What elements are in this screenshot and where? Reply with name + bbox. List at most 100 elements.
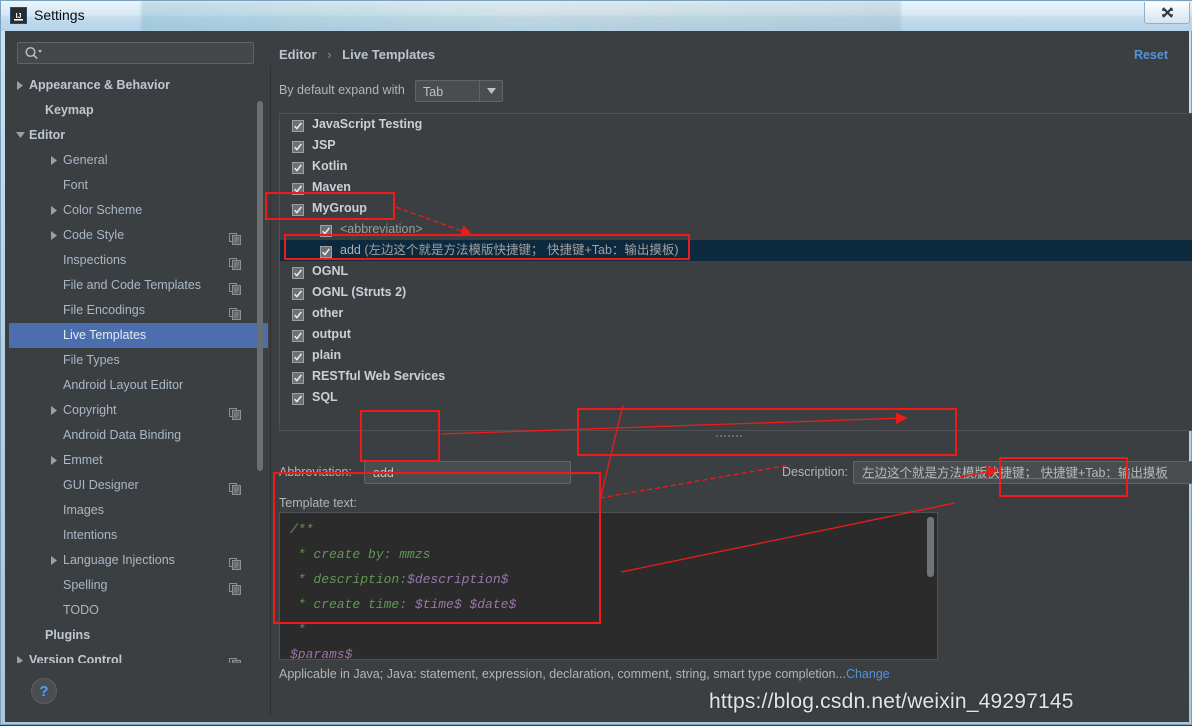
chevron-right-icon[interactable] bbox=[13, 648, 27, 663]
template-checkbox[interactable] bbox=[292, 118, 304, 132]
template-checkbox[interactable] bbox=[292, 160, 304, 174]
template-checkbox[interactable] bbox=[320, 223, 332, 237]
template-checkbox[interactable] bbox=[292, 181, 304, 195]
sidebar-item-intentions[interactable]: Intentions bbox=[9, 523, 268, 548]
chevron-right-icon[interactable] bbox=[13, 73, 27, 98]
help-button[interactable]: ? bbox=[31, 678, 57, 704]
sidebar-item-label: Copyright bbox=[63, 403, 117, 417]
template-row[interactable]: other bbox=[280, 303, 1192, 324]
copy-settings-icon[interactable] bbox=[229, 654, 241, 663]
breadcrumb: Editor › Live Templates bbox=[279, 47, 435, 62]
template-row[interactable]: plain bbox=[280, 345, 1192, 366]
sidebar-item-label: Android Layout Editor bbox=[63, 378, 184, 392]
chevron-down-icon[interactable] bbox=[13, 123, 27, 148]
abbreviation-label-text: Abbreviation: bbox=[279, 465, 352, 479]
sidebar-item-code-style[interactable]: Code Style bbox=[9, 223, 268, 248]
chevron-down-icon[interactable] bbox=[479, 81, 502, 101]
reset-link[interactable]: Reset bbox=[1134, 48, 1168, 62]
breadcrumb-leaf: Live Templates bbox=[342, 47, 436, 62]
template-row-label: JSP bbox=[312, 138, 336, 152]
window-frame: IJ Settings Appearance & Behavior Keymap… bbox=[0, 0, 1192, 725]
sidebar-item-general[interactable]: General bbox=[9, 148, 268, 173]
template-checkbox[interactable] bbox=[320, 244, 332, 258]
editor-scrollbar[interactable] bbox=[927, 517, 934, 577]
template-rows-container[interactable]: JavaScript Testing JSP Kotlin Maven MyGroup <… bbox=[280, 114, 1192, 430]
sidebar-item-editor[interactable]: Editor bbox=[9, 123, 268, 148]
template-row[interactable]: Maven bbox=[280, 177, 1192, 198]
splitter-handle[interactable] bbox=[715, 434, 743, 439]
watermark: https://blog.csdn.net/weixin_49297145 bbox=[709, 690, 1074, 713]
breadcrumb-root[interactable]: Editor bbox=[279, 47, 317, 62]
sidebar-item-file-encodings[interactable]: File Encodings bbox=[9, 298, 268, 323]
template-row[interactable]: OGNL bbox=[280, 261, 1192, 282]
sidebar-item-gui-designer[interactable]: GUI Designer bbox=[9, 473, 268, 498]
chevron-right-icon[interactable] bbox=[47, 398, 61, 423]
sidebar-item-label: Android Data Binding bbox=[63, 428, 182, 442]
sidebar-item-images[interactable]: Images bbox=[9, 498, 268, 523]
template-row-label: output bbox=[312, 327, 351, 341]
default-expand-with-dropdown[interactable]: Tab bbox=[415, 80, 503, 102]
sidebar-item-version-control[interactable]: Version Control bbox=[9, 648, 268, 663]
sidebar-item-font[interactable]: Font bbox=[9, 173, 268, 198]
template-row[interactable]: OGNL (Struts 2) bbox=[280, 282, 1192, 303]
template-checkbox[interactable] bbox=[292, 202, 304, 216]
search-input[interactable] bbox=[48, 43, 252, 65]
sidebar-item-color-scheme[interactable]: Color Scheme bbox=[9, 198, 268, 223]
template-checkbox[interactable] bbox=[292, 139, 304, 153]
sidebar-item-plugins[interactable]: Plugins bbox=[9, 623, 268, 648]
sidebar-item-live-templates[interactable]: Live Templates bbox=[9, 323, 268, 348]
template-checkbox[interactable] bbox=[292, 307, 304, 321]
template-checkbox[interactable] bbox=[292, 391, 304, 405]
sidebar-item-inspections[interactable]: Inspections bbox=[9, 248, 268, 273]
sidebar-item-label: Intentions bbox=[63, 528, 118, 542]
template-row[interactable]: JSP bbox=[280, 135, 1192, 156]
sidebar-item-copyright[interactable]: Copyright bbox=[9, 398, 268, 423]
description-input[interactable]: 左边这个就是方法模版快捷键； 快捷键+Tab：输出摸板 bbox=[853, 461, 1192, 484]
sidebar-item-label: Language Injections bbox=[63, 553, 175, 567]
template-checkbox[interactable] bbox=[292, 265, 304, 279]
sidebar-item-spelling[interactable]: Spelling bbox=[9, 573, 268, 598]
sidebar-item-label: Color Scheme bbox=[63, 203, 143, 217]
chevron-right-icon[interactable] bbox=[47, 448, 61, 473]
search-field[interactable] bbox=[17, 42, 254, 65]
sidebar-item-file-types[interactable]: File Types bbox=[9, 348, 268, 373]
chevron-right-icon[interactable] bbox=[47, 198, 61, 223]
template-row[interactable]: SQL bbox=[280, 387, 1192, 408]
template-checkbox[interactable] bbox=[292, 349, 304, 363]
close-icon[interactable] bbox=[1144, 2, 1190, 24]
template-row[interactable]: RESTful Web Services bbox=[280, 366, 1192, 387]
search-icon bbox=[24, 46, 42, 64]
sidebar-item-todo[interactable]: TODO bbox=[9, 598, 268, 623]
sidebar-item-language-injections[interactable]: Language Injections bbox=[9, 548, 268, 573]
sidebar-item-android-layout-editor[interactable]: Android Layout Editor bbox=[9, 373, 268, 398]
sidebar-item-keymap[interactable]: Keymap bbox=[9, 98, 268, 123]
template-checkbox[interactable] bbox=[292, 286, 304, 300]
sidebar-tree[interactable]: Appearance & Behavior Keymap Editor General… bbox=[9, 73, 268, 663]
template-row[interactable]: add (左边这个就是方法模版快捷键； 快捷键+Tab：输出摸板) bbox=[280, 240, 1192, 261]
window-title: Settings bbox=[34, 7, 85, 23]
chevron-right-icon[interactable] bbox=[47, 548, 61, 573]
sidebar-item-emmet[interactable]: Emmet bbox=[9, 448, 268, 473]
template-row[interactable]: output bbox=[280, 324, 1192, 345]
template-text-label: Template text: bbox=[279, 496, 357, 510]
sidebar-scrollbar[interactable] bbox=[257, 101, 263, 471]
template-row-label: add (左边这个就是方法模版快捷键； 快捷键+Tab：输出摸板) bbox=[340, 243, 679, 257]
template-row-label: other bbox=[312, 306, 344, 320]
sidebar-item-android-data-binding[interactable]: Android Data Binding bbox=[9, 423, 268, 448]
chevron-right-icon[interactable] bbox=[47, 223, 61, 248]
template-row[interactable]: JavaScript Testing bbox=[280, 114, 1192, 135]
live-templates-list[interactable]: JavaScript Testing JSP Kotlin Maven MyGroup <… bbox=[279, 113, 1192, 431]
template-row[interactable]: MyGroup bbox=[280, 198, 1192, 219]
sidebar-item-file-and-code-templates[interactable]: File and Code Templates bbox=[9, 273, 268, 298]
template-checkbox[interactable] bbox=[292, 328, 304, 342]
code-token: * bbox=[290, 622, 306, 637]
svg-text:IJ: IJ bbox=[16, 13, 22, 20]
template-checkbox[interactable] bbox=[292, 370, 304, 384]
default-expand-with-value: Tab bbox=[423, 85, 444, 99]
chevron-right-icon[interactable] bbox=[47, 148, 61, 173]
abbreviation-input[interactable]: add bbox=[364, 461, 571, 484]
template-row[interactable]: <abbreviation> bbox=[280, 219, 1192, 240]
template-text-editor[interactable]: /** * create by: mmzs * description:$des… bbox=[279, 512, 938, 660]
sidebar-item-appearance-behavior[interactable]: Appearance & Behavior bbox=[9, 73, 268, 98]
template-row[interactable]: Kotlin bbox=[280, 156, 1192, 177]
